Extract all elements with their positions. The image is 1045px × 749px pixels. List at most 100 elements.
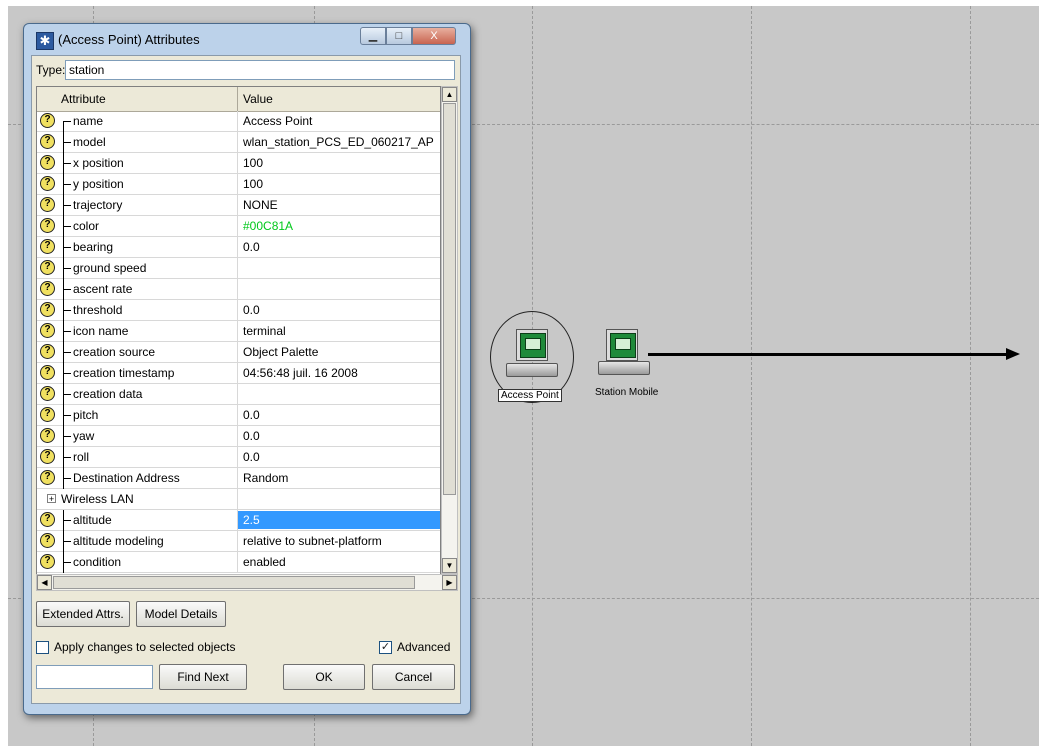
help-icon[interactable]: ? <box>40 407 55 422</box>
attribute-value[interactable]: Object Palette <box>243 345 318 359</box>
attribute-value[interactable]: 100 <box>243 177 263 191</box>
find-input[interactable] <box>36 665 153 689</box>
table-row[interactable]: ? creation timestamp 04:56:48 juil. 16 200… <box>37 363 440 384</box>
attribute-value[interactable]: 0.0 <box>243 429 260 443</box>
find-next-button[interactable]: Find Next <box>159 664 247 690</box>
attribute-value[interactable]: 100 <box>243 156 263 170</box>
attribute-value[interactable]: 0.0 <box>243 408 260 422</box>
attribute-name: ascent rate <box>73 282 133 296</box>
maximize-button[interactable]: □ <box>386 27 412 45</box>
table-row[interactable]: ? y position 100 <box>37 174 440 195</box>
attribute-name: yaw <box>73 429 95 443</box>
value-column-header[interactable]: Value <box>243 92 273 106</box>
scroll-up-icon[interactable]: ▲ <box>442 87 457 102</box>
scroll-left-icon[interactable]: ◀ <box>37 575 52 590</box>
help-icon[interactable]: ? <box>40 239 55 254</box>
help-icon[interactable]: ? <box>40 344 55 359</box>
help-icon[interactable]: ? <box>40 449 55 464</box>
ok-button[interactable]: OK <box>283 664 365 690</box>
attribute-value[interactable]: wlan_station_PCS_ED_060217_AP <box>243 135 434 149</box>
cancel-button[interactable]: Cancel <box>372 664 455 690</box>
table-row[interactable]: + Wireless LAN <box>37 489 440 510</box>
table-row[interactable]: ? yaw 0.0 <box>37 426 440 447</box>
minimize-button[interactable]: ▁ <box>360 27 386 45</box>
terminal-icon <box>606 329 638 361</box>
extended-attrs-button[interactable]: Extended Attrs. <box>36 601 130 627</box>
attribute-column-header[interactable]: Attribute <box>61 92 106 106</box>
attribute-value[interactable]: 0.0 <box>243 450 260 464</box>
scroll-right-icon[interactable]: ▶ <box>442 575 457 590</box>
table-row[interactable]: ? ascent rate <box>37 279 440 300</box>
table-row[interactable]: ? creation source Object Palette <box>37 342 440 363</box>
attribute-name: threshold <box>73 303 123 317</box>
vertical-scrollbar[interactable]: ▲ ▼ <box>441 86 458 574</box>
help-icon[interactable]: ? <box>40 470 55 485</box>
table-row[interactable]: ? threshold 0.0 <box>37 300 440 321</box>
table-row[interactable]: ? color #00C81A <box>37 216 440 237</box>
access-point-node[interactable]: Access Point <box>488 311 578 411</box>
table-row[interactable]: ? model wlan_station_PCS_ED_060217_AP <box>37 132 440 153</box>
table-row[interactable]: ? Destination Address Random <box>37 468 440 489</box>
attribute-name: icon name <box>73 324 129 338</box>
attribute-value[interactable]: 04:56:48 juil. 16 2008 <box>243 366 358 380</box>
table-row[interactable]: ? bearing 0.0 <box>37 237 440 258</box>
attributes-dialog: ✱ (Access Point) Attributes ▁ □ X Type: … <box>23 23 471 715</box>
help-icon[interactable]: ? <box>40 386 55 401</box>
help-icon[interactable]: ? <box>40 554 55 569</box>
table-row[interactable]: ? x position 100 <box>37 153 440 174</box>
horizontal-scrollbar[interactable]: ◀ ▶ <box>36 574 458 591</box>
table-row[interactable]: ? ground speed <box>37 258 440 279</box>
help-icon[interactable]: ? <box>40 512 55 527</box>
close-button[interactable]: X <box>412 27 456 45</box>
help-icon[interactable]: ? <box>40 302 55 317</box>
help-icon[interactable]: ? <box>40 197 55 212</box>
attribute-value[interactable]: 2.5 <box>243 513 260 527</box>
attribute-name: pitch <box>73 408 99 422</box>
attribute-name: altitude modeling <box>73 534 164 548</box>
table-row[interactable]: ? icon name terminal <box>37 321 440 342</box>
table-row[interactable]: ? condition enabled <box>37 552 440 573</box>
table-row[interactable]: ? roll 0.0 <box>37 447 440 468</box>
table-row[interactable]: ? pitch 0.0 <box>37 405 440 426</box>
attribute-name: color <box>73 219 100 233</box>
attribute-value[interactable]: NONE <box>243 198 278 212</box>
help-icon[interactable]: ? <box>40 323 55 338</box>
help-icon[interactable]: ? <box>40 365 55 380</box>
scroll-down-icon[interactable]: ▼ <box>442 558 457 573</box>
access-point-label: Access Point <box>498 389 562 402</box>
table-row[interactable]: ? name Access Point <box>37 111 440 132</box>
help-icon[interactable]: ? <box>40 260 55 275</box>
table-row[interactable]: ? trajectory NONE <box>37 195 440 216</box>
trajectory-arrow-line[interactable] <box>648 353 1008 356</box>
dialog-body: Type: station Attribute Value ? name Acces… <box>31 55 461 704</box>
model-details-button[interactable]: Model Details <box>136 601 226 627</box>
help-icon[interactable]: ? <box>40 134 55 149</box>
help-icon[interactable]: ? <box>40 533 55 548</box>
attribute-value[interactable]: 0.0 <box>243 303 260 317</box>
table-row[interactable]: ? altitude 2.5 <box>37 510 440 531</box>
apply-changes-checkbox[interactable] <box>36 641 49 654</box>
table-row[interactable]: ? creation data <box>37 384 440 405</box>
attribute-value[interactable]: #00C81A <box>243 219 293 233</box>
help-icon[interactable]: ? <box>40 155 55 170</box>
table-row[interactable]: ? altitude modeling relative to subnet-pla… <box>37 531 440 552</box>
attribute-value[interactable]: 0.0 <box>243 240 260 254</box>
attribute-value[interactable]: Access Point <box>243 114 312 128</box>
attribute-value[interactable]: terminal <box>243 324 286 338</box>
station-mobile-node[interactable]: Station Mobile <box>586 324 666 404</box>
title-bar[interactable]: ✱ (Access Point) Attributes ▁ □ X <box>24 24 470 54</box>
help-icon[interactable]: ? <box>40 113 55 128</box>
attribute-name: y position <box>73 177 124 191</box>
advanced-checkbox[interactable]: ✓ <box>379 641 392 654</box>
attribute-value[interactable]: enabled <box>243 555 286 569</box>
attribute-value[interactable]: relative to subnet-platform <box>243 534 382 548</box>
hscroll-thumb[interactable] <box>53 576 415 589</box>
help-icon[interactable]: ? <box>40 218 55 233</box>
expand-icon[interactable]: + <box>47 494 56 504</box>
scroll-thumb[interactable] <box>443 103 456 495</box>
help-icon[interactable]: ? <box>40 428 55 443</box>
help-icon[interactable]: ? <box>40 176 55 191</box>
help-icon[interactable]: ? <box>40 281 55 296</box>
attribute-name: bearing <box>73 240 114 254</box>
attribute-value[interactable]: Random <box>243 471 288 485</box>
